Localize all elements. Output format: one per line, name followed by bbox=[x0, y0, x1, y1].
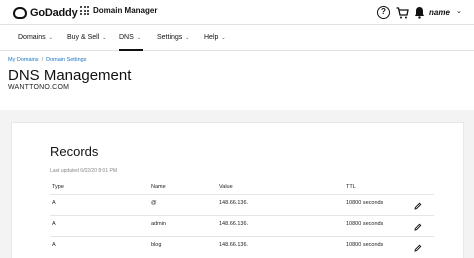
row-divider bbox=[50, 215, 434, 216]
chevron-down-icon: ⌄ bbox=[185, 35, 190, 41]
edit-pencil-icon[interactable] bbox=[414, 244, 422, 252]
apps-grid-icon bbox=[80, 6, 89, 15]
chevron-down-icon: ⌄ bbox=[136, 35, 141, 41]
column-header-name: Name bbox=[151, 184, 166, 190]
chevron-down-icon: ⌄ bbox=[102, 35, 107, 41]
nav-item-settings[interactable]: Settings ⌄ bbox=[157, 25, 190, 51]
godaddy-logo-icon bbox=[13, 6, 27, 19]
breadcrumb-domain-settings[interactable]: Domain Settings bbox=[46, 57, 86, 63]
record-type: A bbox=[52, 200, 56, 206]
edit-pencil-icon[interactable] bbox=[414, 223, 422, 231]
record-name: admin bbox=[151, 221, 166, 227]
chevron-down-icon[interactable]: ⌄ bbox=[456, 7, 462, 15]
record-name: @ bbox=[151, 200, 157, 206]
cart-icon[interactable] bbox=[396, 7, 409, 19]
brand-name: GoDaddy bbox=[30, 6, 78, 19]
record-value: 148.66.136. bbox=[219, 242, 249, 248]
help-icon[interactable]: ? bbox=[377, 6, 390, 19]
main-nav: Domains ⌄ Buy & Sell ⌄ DNS ⌄ Settings ⌄ Help… bbox=[0, 25, 474, 51]
nav-item-help[interactable]: Help ⌄ bbox=[204, 25, 226, 51]
last-updated-text: Last updated 6/02/20 8:01 PM bbox=[50, 168, 117, 174]
nav-item-buy-sell[interactable]: Buy & Sell ⌄ bbox=[67, 25, 107, 51]
nav-item-domains[interactable]: Domains ⌄ bbox=[18, 25, 53, 51]
record-ttl: 10800 seconds bbox=[346, 200, 384, 206]
bell-icon[interactable] bbox=[414, 6, 425, 19]
nav-item-dns[interactable]: DNS ⌄ bbox=[119, 25, 143, 51]
breadcrumb: My Domains / Domain Settings bbox=[8, 57, 86, 63]
page-title: DNS Management bbox=[8, 67, 132, 84]
column-header-value: Value bbox=[219, 184, 233, 190]
record-ttl: 10800 seconds bbox=[346, 221, 384, 227]
breadcrumb-separator: / bbox=[41, 57, 44, 63]
row-divider bbox=[50, 194, 434, 195]
record-value: 148.66.136. bbox=[219, 200, 249, 206]
chevron-down-icon: ⌄ bbox=[221, 35, 226, 41]
column-header-ttl: TTL bbox=[346, 184, 356, 190]
records-title: Records bbox=[50, 144, 99, 159]
records-card bbox=[11, 122, 464, 258]
godaddy-logo[interactable]: GoDaddy bbox=[13, 5, 78, 20]
record-type: A bbox=[52, 242, 56, 248]
edit-pencil-icon[interactable] bbox=[414, 202, 422, 210]
app-name: Domain Manager bbox=[93, 6, 158, 15]
user-name[interactable]: name bbox=[429, 8, 450, 17]
top-bar: GoDaddy Domain Manager ? name ⌄ bbox=[0, 0, 474, 25]
record-name: blog bbox=[151, 242, 162, 248]
domain-name: WANTTONO.COM bbox=[8, 84, 70, 91]
record-ttl: 10800 seconds bbox=[346, 242, 384, 248]
column-header-type: Type bbox=[52, 184, 64, 190]
app-switcher[interactable]: Domain Manager bbox=[80, 6, 157, 15]
chevron-down-icon: ⌄ bbox=[48, 35, 53, 41]
row-divider bbox=[50, 236, 434, 237]
record-type: A bbox=[52, 221, 56, 227]
record-value: 148.66.136. bbox=[219, 221, 249, 227]
breadcrumb-my-domains[interactable]: My Domains bbox=[8, 57, 39, 63]
